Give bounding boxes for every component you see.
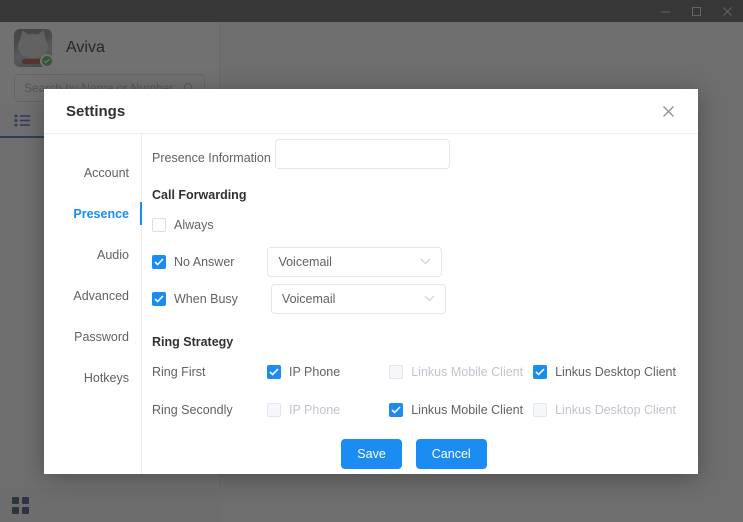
chevron-down-icon xyxy=(420,258,431,265)
checkbox-checked-icon xyxy=(267,365,281,379)
ring-strategy-heading: Ring Strategy xyxy=(152,335,234,349)
select-value: Voicemail xyxy=(281,291,336,306)
call-forwarding-heading: Call Forwarding xyxy=(152,188,247,202)
sidebar-item-label: Password xyxy=(74,329,129,344)
when-busy-checkbox[interactable]: When Busy xyxy=(152,291,238,306)
checkbox-checked-icon xyxy=(389,403,404,417)
presence-information-label: Presence Information xyxy=(152,151,271,165)
option-label: Linkus Mobile Client xyxy=(411,365,524,379)
sidebar-item-label: Audio xyxy=(97,247,129,262)
ring-secondly-label: Ring Secondly xyxy=(152,403,233,417)
checkbox-disabled-icon xyxy=(533,403,548,417)
option-label: Linkus Desktop Client xyxy=(555,403,676,417)
always-checkbox[interactable]: Always xyxy=(152,217,214,232)
ring-first-label: Ring First xyxy=(152,365,206,379)
option-label: Linkus Desktop Client xyxy=(555,365,676,379)
forwarding-row-no-answer: No Answer Voicemail xyxy=(152,243,676,280)
ring-secondly-row: Ring Secondly IP Phone Linkus Mobile Cli… xyxy=(152,391,676,429)
sidebar-item-password[interactable]: Password xyxy=(44,316,141,357)
ring-first-desktop-client-checkbox[interactable]: Linkus Desktop Client xyxy=(533,365,676,379)
chevron-down-icon xyxy=(424,295,435,302)
option-label: IP Phone xyxy=(289,403,341,417)
ring-first-row: Ring First IP Phone Linkus Mobile Client xyxy=(152,353,676,391)
sidebar-item-audio[interactable]: Audio xyxy=(44,234,141,275)
ring-secondly-ip-phone-checkbox[interactable]: IP Phone xyxy=(267,403,389,417)
select-value: Voicemail xyxy=(278,254,332,269)
no-answer-destination-select[interactable]: Voicemail xyxy=(267,246,443,277)
checkbox-checked-icon xyxy=(152,254,166,269)
option-label: Linkus Mobile Client xyxy=(411,403,524,417)
sidebar-item-hotkeys[interactable]: Hotkeys xyxy=(44,357,141,398)
no-answer-checkbox[interactable]: No Answer xyxy=(152,254,235,269)
dialog-footer: Save Cancel xyxy=(152,439,676,469)
page-title: Settings xyxy=(66,102,126,120)
save-button[interactable]: Save xyxy=(341,439,402,469)
sidebar-item-advanced[interactable]: Advanced xyxy=(44,275,141,316)
no-answer-label: No Answer xyxy=(174,254,235,269)
sidebar-item-label: Account xyxy=(83,165,129,180)
when-busy-label: When Busy xyxy=(174,291,238,306)
settings-nav[interactable]: Account Presence Audio Advanced Password… xyxy=(44,134,142,474)
close-icon[interactable] xyxy=(656,99,680,123)
ring-secondly-desktop-client-checkbox[interactable]: Linkus Desktop Client xyxy=(533,403,676,417)
checkbox-disabled-icon xyxy=(267,403,281,417)
sidebar-item-presence[interactable]: Presence xyxy=(44,193,142,234)
cancel-button[interactable]: Cancel xyxy=(415,439,487,469)
option-label: IP Phone xyxy=(289,365,341,379)
when-busy-destination-select[interactable]: Voicemail xyxy=(270,283,446,314)
sidebar-item-account[interactable]: Account xyxy=(44,152,141,193)
dialog-body: Account Presence Audio Advanced Password… xyxy=(44,134,698,474)
sidebar-item-label: Advanced xyxy=(73,288,129,303)
sidebar-item-label: Presence xyxy=(73,206,129,221)
ring-secondly-mobile-client-checkbox[interactable]: Linkus Mobile Client xyxy=(389,403,533,417)
settings-content-presence: Presence Information Call Forwarding Alw… xyxy=(142,134,698,474)
settings-dialog: Settings Account Presence Audio Advanced… xyxy=(44,89,698,474)
ring-first-ip-phone-checkbox[interactable]: IP Phone xyxy=(267,365,389,379)
forwarding-row-always: Always xyxy=(152,206,676,243)
checkbox-checked-icon xyxy=(152,291,166,306)
always-label: Always xyxy=(174,217,214,232)
ring-first-mobile-client-checkbox[interactable]: Linkus Mobile Client xyxy=(389,365,533,379)
presence-information-row: Presence Information xyxy=(152,138,676,170)
sidebar-item-label: Hotkeys xyxy=(83,370,129,385)
dialog-header: Settings xyxy=(44,89,698,134)
checkbox-checked-icon xyxy=(533,365,548,379)
checkbox-unchecked-icon xyxy=(152,217,166,232)
checkbox-disabled-icon xyxy=(389,365,404,379)
presence-information-input[interactable] xyxy=(275,138,450,169)
forwarding-row-when-busy: When Busy Voicemail xyxy=(152,280,676,317)
